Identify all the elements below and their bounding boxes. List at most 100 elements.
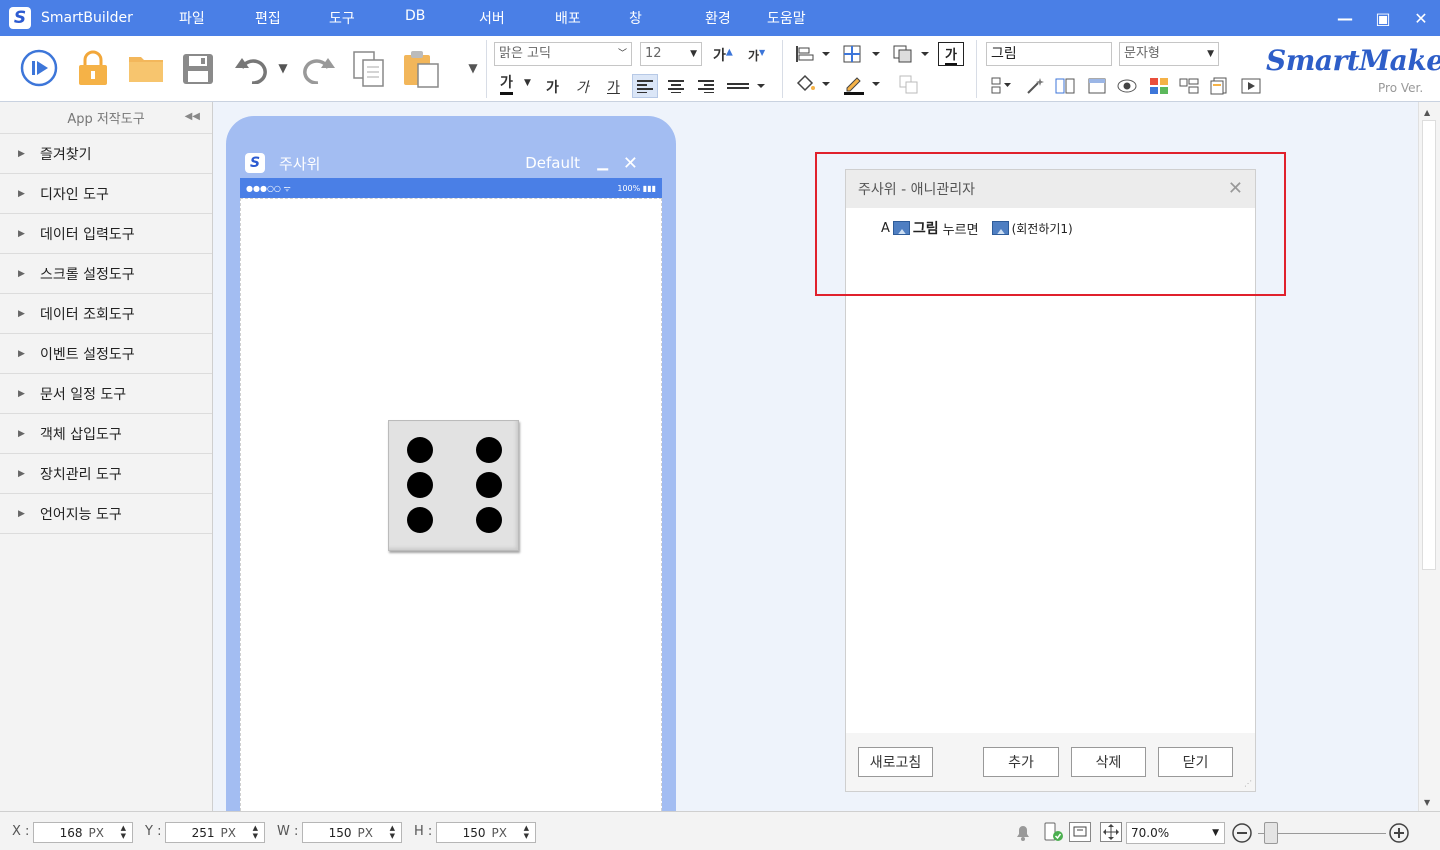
text-border-button[interactable]: 가 <box>938 42 964 66</box>
tool-category-data-input[interactable]: ▶ 데이터 입력도구 <box>0 214 212 254</box>
bold-button[interactable]: 가 <box>546 77 559 97</box>
maximize-button[interactable]: ▣ <box>1364 0 1402 36</box>
align-objects-button[interactable] <box>794 44 832 64</box>
run-preview-button[interactable] <box>20 49 58 87</box>
tool-category-scroll[interactable]: ▶ 스크롤 설정도구 <box>0 254 212 294</box>
object-type-select[interactable]: 문자형 ▼ <box>1119 42 1219 66</box>
menu-settings[interactable]: 환경 <box>705 8 767 28</box>
tool-category-insert-object[interactable]: ▶ 객체 삽입도구 <box>0 414 212 454</box>
order-button[interactable] <box>892 44 932 64</box>
refresh-button[interactable]: 새로고침 <box>858 747 933 777</box>
menu-edit[interactable]: 편집 <box>255 8 329 28</box>
effect-button[interactable] <box>1024 76 1046 96</box>
scrollbar-thumb[interactable] <box>1422 120 1436 570</box>
device-check-button[interactable] <box>1043 822 1065 842</box>
layout-mode[interactable]: Default <box>525 154 580 172</box>
menu-db[interactable]: DB <box>405 8 479 28</box>
align-left-button[interactable] <box>632 74 658 98</box>
spinner-arrows-icon[interactable]: ▲ ▼ <box>121 824 126 840</box>
zoom-out-button[interactable] <box>1231 822 1253 844</box>
view-mode-button[interactable] <box>1069 822 1091 842</box>
menu-help[interactable]: 도움말 <box>767 8 806 28</box>
text-color-dropdown-icon[interactable]: ▼ <box>524 78 531 88</box>
zoom-select[interactable]: 70.0% ▼ <box>1126 822 1225 844</box>
spinner-arrows-icon[interactable]: ▲ ▼ <box>524 824 529 840</box>
more-dropdown-icon[interactable]: ▼ <box>466 60 480 76</box>
zoom-slider-handle[interactable] <box>1264 822 1278 844</box>
copy-button[interactable] <box>352 50 386 88</box>
tool-category-event[interactable]: ▶ 이벤트 설정도구 <box>0 334 212 374</box>
color-palette-button[interactable] <box>1148 76 1170 96</box>
align-center-button[interactable] <box>664 74 688 98</box>
height-input[interactable]: 150 PX ▲ ▼ <box>436 822 536 843</box>
open-button[interactable] <box>128 52 164 84</box>
grow-font-button[interactable]: 가▲ <box>713 45 733 65</box>
menu-server[interactable]: 서버 <box>479 8 555 28</box>
minimize-icon[interactable]: ▁ <box>597 155 608 171</box>
plus-circle-icon <box>1389 823 1409 843</box>
menu-window[interactable]: 창 <box>629 8 705 28</box>
font-size-select[interactable]: 12 ▼ <box>640 42 702 66</box>
line-style-button[interactable] <box>726 78 768 94</box>
close-dialog-icon[interactable]: ✕ <box>1228 178 1243 199</box>
zoom-in-button[interactable] <box>1388 822 1410 844</box>
menu-file[interactable]: 파일 <box>179 8 255 28</box>
align-right-button[interactable] <box>694 74 718 98</box>
layout-button[interactable] <box>1086 76 1108 96</box>
notification-button[interactable] <box>1013 822 1033 842</box>
media-button[interactable] <box>1240 76 1262 96</box>
width-input[interactable]: 150 PX ▲ ▼ <box>302 822 402 843</box>
scroll-down-icon[interactable]: ▼ <box>1424 798 1430 807</box>
collapse-panel-icon[interactable]: ◀◀ <box>185 111 200 122</box>
add-button[interactable]: 추가 <box>983 747 1059 777</box>
fill-color-button[interactable] <box>794 74 832 94</box>
text-color-button[interactable]: 가 <box>500 74 513 95</box>
delete-button[interactable]: 삭제 <box>1071 747 1146 777</box>
undo-button[interactable] <box>234 54 270 84</box>
property-button[interactable] <box>990 76 1014 96</box>
tool-category-language-ai[interactable]: ▶ 언어지능 도구 <box>0 494 212 534</box>
caret-right-icon: ▶ <box>18 468 25 479</box>
object-name-input[interactable]: 그림 <box>986 42 1112 66</box>
minimize-button[interactable]: — <box>1326 0 1364 36</box>
undo-dropdown-icon[interactable]: ▼ <box>276 60 290 76</box>
group-button[interactable] <box>898 74 920 96</box>
tool-category-device[interactable]: ▶ 장치관리 도구 <box>0 454 212 494</box>
tool-category-schedule[interactable]: ▶ 문서 일정 도구 <box>0 374 212 414</box>
tool-category-favorites[interactable]: ▶ 즐겨찾기 <box>0 134 212 174</box>
tool-category-data-query[interactable]: ▶ 데이터 조회도구 <box>0 294 212 334</box>
distribute-button[interactable] <box>842 44 882 64</box>
animation-list-item[interactable]: A 그림 누르면 (회전하기1) <box>881 218 1073 238</box>
save-button[interactable] <box>181 52 215 86</box>
font-family-select[interactable]: 맑은 고딕 ﹀ <box>494 42 632 66</box>
close-icon[interactable]: ✕ <box>623 153 638 174</box>
dice-image[interactable] <box>388 420 519 551</box>
underline-button[interactable]: 가 <box>607 77 620 97</box>
resize-grip-icon[interactable]: ⋰ <box>1244 779 1252 788</box>
line-color-button[interactable] <box>842 74 882 96</box>
link-button[interactable] <box>1054 76 1076 96</box>
tool-category-design[interactable]: ▶ 디자인 도구 <box>0 174 212 214</box>
spinner-arrows-icon[interactable]: ▲ ▼ <box>253 824 258 840</box>
lock-button[interactable] <box>76 50 110 86</box>
scroll-up-icon[interactable]: ▲ <box>1424 108 1430 117</box>
document-button[interactable] <box>1208 76 1230 96</box>
y-position-input[interactable]: 251 PX ▲ ▼ <box>165 822 265 843</box>
form-canvas[interactable] <box>240 198 662 816</box>
italic-button[interactable]: 가 <box>576 77 589 97</box>
fit-screen-icon <box>1103 824 1119 840</box>
chevron-down-icon: ▼ <box>690 49 697 59</box>
x-position-input[interactable]: 168 PX ▲ ▼ <box>33 822 133 843</box>
close-window-button[interactable]: ✕ <box>1402 0 1440 36</box>
fit-screen-button[interactable] <box>1100 822 1122 842</box>
menu-deploy[interactable]: 배포 <box>555 8 629 28</box>
spinner-arrows-icon[interactable]: ▲ ▼ <box>390 824 395 840</box>
shrink-font-button[interactable]: 가▼ <box>748 47 765 64</box>
paste-button[interactable] <box>402 50 440 88</box>
vertical-scrollbar[interactable]: ▲ ▼ <box>1418 102 1440 811</box>
split-button[interactable] <box>1178 76 1200 96</box>
close-button[interactable]: 닫기 <box>1158 747 1233 777</box>
visibility-button[interactable] <box>1116 76 1138 96</box>
menu-tools[interactable]: 도구 <box>329 8 405 28</box>
redo-button[interactable] <box>300 54 336 84</box>
